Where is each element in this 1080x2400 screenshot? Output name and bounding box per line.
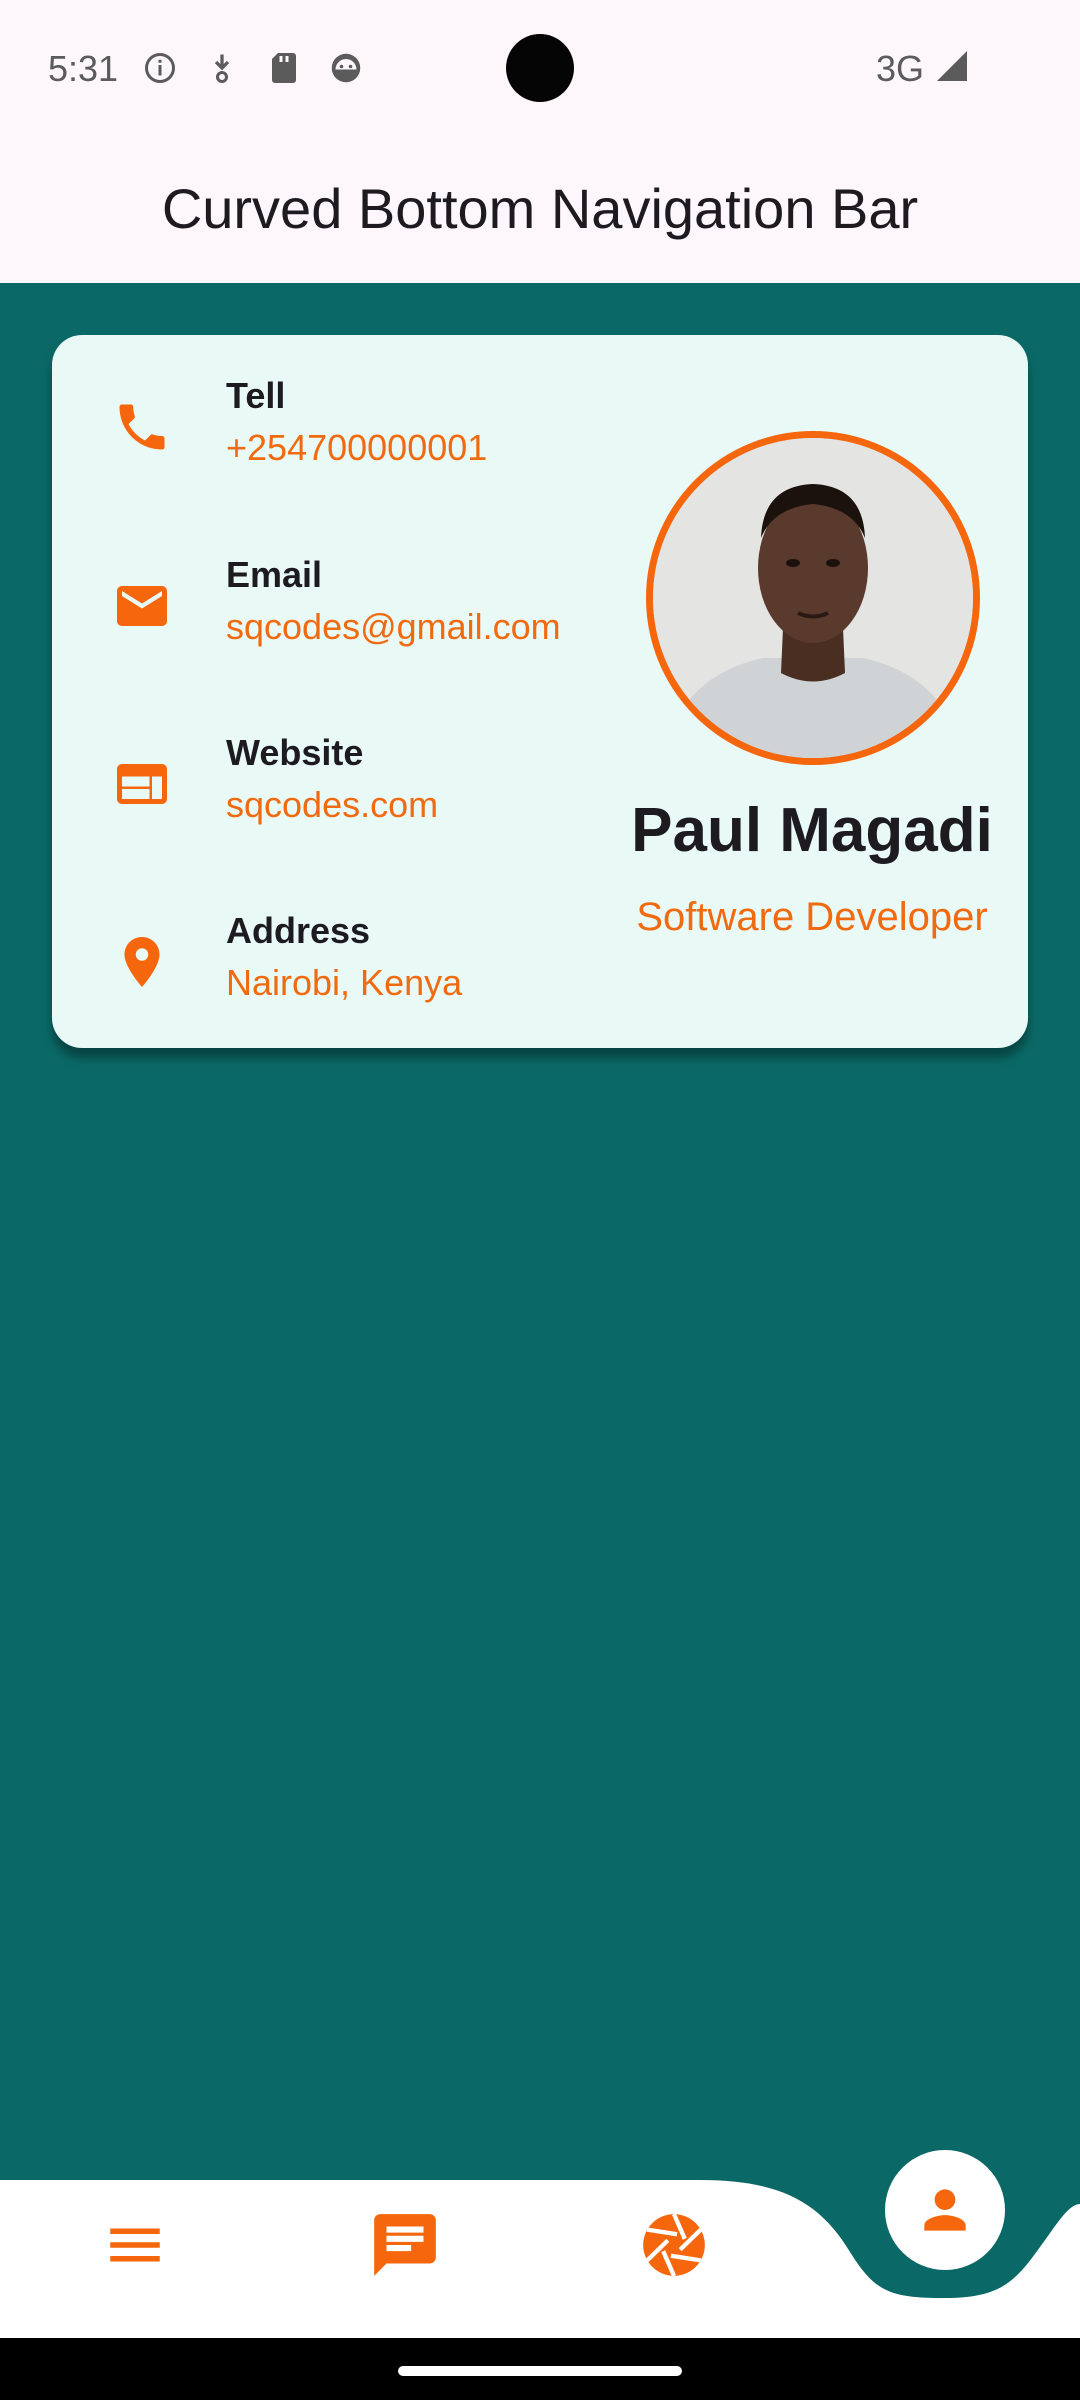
email-icon — [117, 586, 167, 626]
contact-value: sqcodes@gmail.com — [226, 606, 561, 647]
contact-label: Tell — [226, 375, 286, 416]
phone-icon — [119, 404, 165, 450]
app-bar: Curved Bottom Navigation Bar — [0, 138, 1080, 283]
download-icon — [204, 50, 240, 86]
camera-cutout — [506, 34, 574, 102]
profile-photo — [653, 438, 973, 758]
info-icon — [142, 50, 178, 86]
contact-label: Website — [226, 732, 364, 773]
nav-profile-button[interactable] — [885, 2150, 1005, 2270]
contact-row-phone: Tell +254700000001 — [52, 371, 612, 491]
menu-icon — [110, 2228, 160, 2262]
nav-chat-button[interactable] — [365, 2205, 445, 2285]
chat-icon — [374, 2214, 436, 2276]
signal-icon — [937, 51, 967, 81]
sd-card-icon — [266, 50, 302, 86]
status-bar: 5:31 3G — [0, 0, 1080, 138]
profile-card: Tell +254700000001 Email sqcodes@gmail.c… — [52, 335, 1028, 1048]
contact-value: sqcodes.com — [226, 784, 439, 825]
website-icon — [117, 764, 167, 804]
person-icon — [924, 2189, 966, 2231]
nav-camera-button[interactable] — [634, 2205, 714, 2285]
contact-value: +254700000001 — [226, 427, 488, 468]
contact-row-website: Website sqcodes.com — [52, 728, 612, 848]
status-time: 5:31 — [48, 48, 119, 89]
profile-job-title: Software Developer — [636, 895, 988, 939]
status-notification-icons — [142, 50, 364, 86]
camera-aperture-icon — [643, 2213, 705, 2277]
home-gesture-handle[interactable] — [398, 2366, 682, 2376]
location-icon — [124, 937, 160, 987]
nav-menu-button[interactable] — [95, 2205, 175, 2285]
system-gesture-bar — [0, 2338, 1080, 2400]
contact-value: Nairobi, Kenya — [226, 962, 463, 1003]
android-face-icon — [328, 50, 364, 86]
network-type: 3G — [876, 48, 925, 89]
avatar — [646, 431, 980, 765]
contact-row-address: Address Nairobi, Kenya — [52, 906, 612, 1026]
contact-label: Address — [226, 910, 371, 951]
profile-name: Paul Magadi — [631, 796, 993, 865]
page-title: Curved Bottom Navigation Bar — [161, 177, 919, 240]
contact-label: Email — [226, 554, 323, 595]
contact-row-email: Email sqcodes@gmail.com — [52, 550, 612, 670]
